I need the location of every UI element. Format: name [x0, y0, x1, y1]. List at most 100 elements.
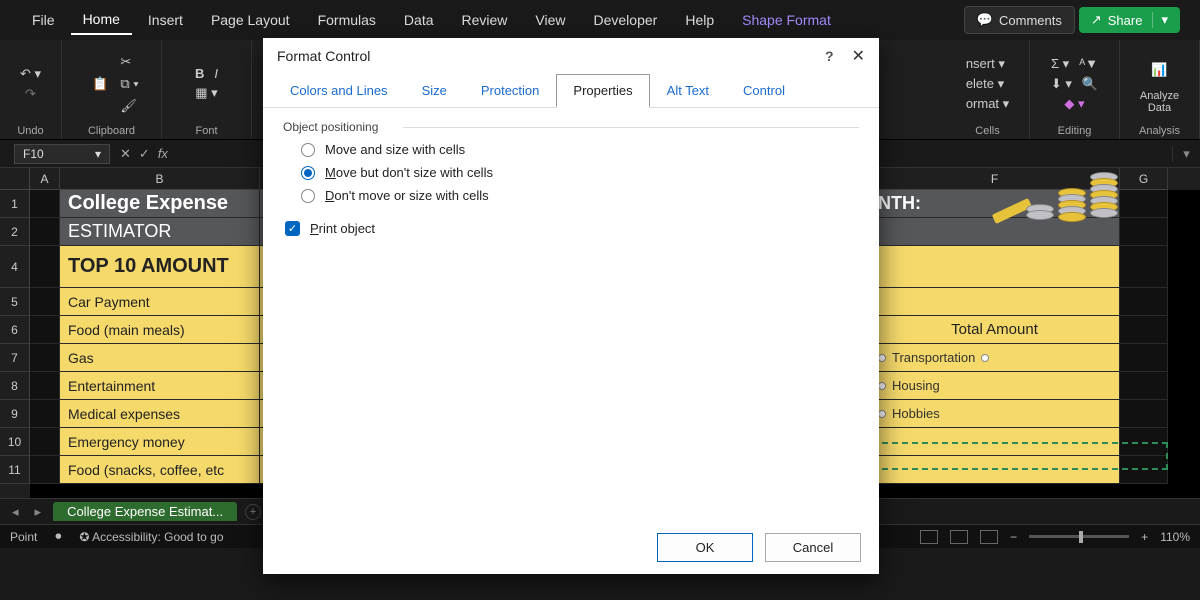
cut-icon[interactable]: ✂	[120, 54, 138, 70]
analyze-label: Analyze Data	[1140, 90, 1179, 114]
tab-colors-lines[interactable]: Colors and Lines	[273, 74, 405, 107]
format-painter-icon[interactable]: 🖌	[120, 98, 138, 114]
analyze-data-icon[interactable]: 📊	[1143, 54, 1175, 86]
format-cells-icon[interactable]: ormat ▾	[966, 96, 1009, 112]
ribbon-label-editing: Editing	[1058, 125, 1092, 137]
menu-shape-format[interactable]: Shape Format	[730, 6, 843, 34]
ribbon-analysis-group: 📊 Analyze Data Analysis	[1120, 40, 1200, 139]
fx-icon[interactable]: fx	[158, 146, 168, 162]
zoom-out-icon[interactable]: −	[1010, 530, 1017, 544]
help-icon[interactable]: ?	[825, 48, 834, 64]
selection-handle-icon[interactable]	[878, 410, 886, 418]
macro-record-icon[interactable]: ⏺	[55, 529, 61, 544]
row-header[interactable]: 8	[0, 372, 30, 400]
selection-handle-icon[interactable]	[878, 354, 886, 362]
radio-move-size[interactable]: Move and size with cells	[301, 142, 859, 157]
row-header[interactable]: 2	[0, 218, 30, 246]
col-header[interactable]: A	[30, 168, 60, 190]
row-header[interactable]: 7	[0, 344, 30, 372]
menu-developer[interactable]: Developer	[582, 6, 670, 34]
row-header[interactable]: 4	[0, 246, 30, 288]
accept-formula-icon[interactable]: ✓	[139, 146, 150, 162]
row-header[interactable]: 1	[0, 190, 30, 218]
menu-insert[interactable]: Insert	[136, 6, 195, 34]
clear-icon[interactable]: ◆ ▾	[1064, 96, 1084, 112]
name-box[interactable]: F10 ▾	[14, 144, 110, 164]
row-header[interactable]: 9	[0, 400, 30, 428]
menu-data[interactable]: Data	[392, 6, 446, 34]
ribbon-label-cells: Cells	[975, 125, 999, 137]
menu-help[interactable]: Help	[673, 6, 726, 34]
accessibility-status[interactable]: ✪ Accessibility: Good to go	[79, 530, 223, 544]
selection-handle-icon[interactable]	[878, 382, 886, 390]
add-sheet-button[interactable]: +	[245, 504, 261, 520]
share-label: Share	[1108, 13, 1143, 28]
autosum-icon[interactable]: Σ ▾	[1051, 56, 1069, 72]
list-item: Medical expenses	[60, 400, 260, 428]
row-header[interactable]: 10	[0, 428, 30, 456]
col-header[interactable]: G	[1120, 168, 1168, 190]
sheet-tab[interactable]: College Expense Estimat...	[53, 502, 237, 521]
zoom-slider[interactable]	[1029, 535, 1129, 538]
insert-cells-icon[interactable]: nsert ▾	[966, 56, 1005, 72]
cancel-formula-icon[interactable]: ✕	[120, 146, 131, 162]
zoom-in-icon[interactable]: +	[1141, 530, 1148, 544]
col-header[interactable]: B	[60, 168, 260, 190]
tab-size[interactable]: Size	[405, 74, 464, 107]
radio-no-move-size[interactable]: Don't move or size with cells	[301, 188, 859, 203]
border-icon[interactable]: ▦ ▾	[195, 85, 217, 101]
tab-properties[interactable]: Properties	[556, 74, 649, 108]
menu-home[interactable]: Home	[71, 5, 132, 35]
chevron-down-icon: ▾	[1152, 12, 1168, 28]
sheet-nav-prev-icon[interactable]: ◂	[8, 504, 23, 520]
radio-move-no-size[interactable]: Move but don't size with cells	[301, 165, 859, 180]
tab-alt-text[interactable]: Alt Text	[650, 74, 726, 107]
page-layout-view-icon[interactable]	[950, 530, 968, 544]
coins-graphic	[1012, 168, 1122, 228]
zoom-level[interactable]: 110%	[1160, 530, 1190, 544]
ribbon-undo-group: ↶ ▾ ↷ Undo	[0, 40, 62, 139]
select-all-corner[interactable]	[0, 168, 30, 190]
copy-icon[interactable]: ⧉ ▾	[120, 76, 138, 92]
menu-file[interactable]: File	[20, 6, 67, 34]
cancel-button[interactable]: Cancel	[765, 533, 861, 562]
italic-button[interactable]: I	[214, 66, 218, 81]
row-header[interactable]: 5	[0, 288, 30, 316]
menu-bar: File Home Insert Page Layout Formulas Da…	[0, 0, 1200, 40]
list-item: Gas	[60, 344, 260, 372]
fill-icon[interactable]: ⬇ ▾	[1051, 76, 1072, 92]
title-cell: College Expense	[60, 190, 260, 218]
menu-page-layout[interactable]: Page Layout	[199, 6, 302, 34]
name-box-value: F10	[23, 147, 44, 161]
bold-button[interactable]: B	[195, 66, 204, 81]
menu-review[interactable]: Review	[450, 6, 520, 34]
tab-protection[interactable]: Protection	[464, 74, 557, 107]
close-icon[interactable]: ✕	[852, 46, 865, 66]
comments-button[interactable]: 💬 Comments	[964, 6, 1075, 34]
menu-view[interactable]: View	[523, 6, 577, 34]
delete-cells-icon[interactable]: elete ▾	[966, 76, 1004, 92]
ribbon-clipboard-group: 📋 ✂ ⧉ ▾ 🖌 Clipboard	[62, 40, 162, 139]
row-header[interactable]: 6	[0, 316, 30, 344]
page-break-view-icon[interactable]	[980, 530, 998, 544]
selection-handle-icon[interactable]	[981, 354, 989, 362]
undo-icon[interactable]: ↶ ▾	[20, 66, 41, 82]
paste-icon[interactable]: 📋	[84, 68, 116, 100]
sheet-nav-next-icon[interactable]: ▸	[31, 504, 46, 520]
normal-view-icon[interactable]	[920, 530, 938, 544]
list-item: Car Payment	[60, 288, 260, 316]
sort-icon[interactable]: ᴬ▼	[1079, 56, 1098, 72]
row-headers: 1 2 4 5 6 7 8 9 10 11	[0, 168, 30, 498]
comments-label: Comments	[999, 13, 1062, 28]
share-button[interactable]: ↗ Share ▾	[1079, 7, 1180, 33]
row-header[interactable]: 11	[0, 456, 30, 484]
find-icon[interactable]: 🔍	[1082, 76, 1098, 92]
list-item: Entertainment	[60, 372, 260, 400]
formula-expand-icon[interactable]: ▾	[1172, 146, 1200, 162]
menu-formulas[interactable]: Formulas	[306, 6, 388, 34]
ribbon-label-analysis: Analysis	[1139, 125, 1180, 137]
redo-icon[interactable]: ↷	[25, 86, 36, 102]
ok-button[interactable]: OK	[657, 533, 753, 562]
checkbox-print-object[interactable]: ✓ Print object	[285, 221, 859, 236]
tab-control[interactable]: Control	[726, 74, 802, 107]
